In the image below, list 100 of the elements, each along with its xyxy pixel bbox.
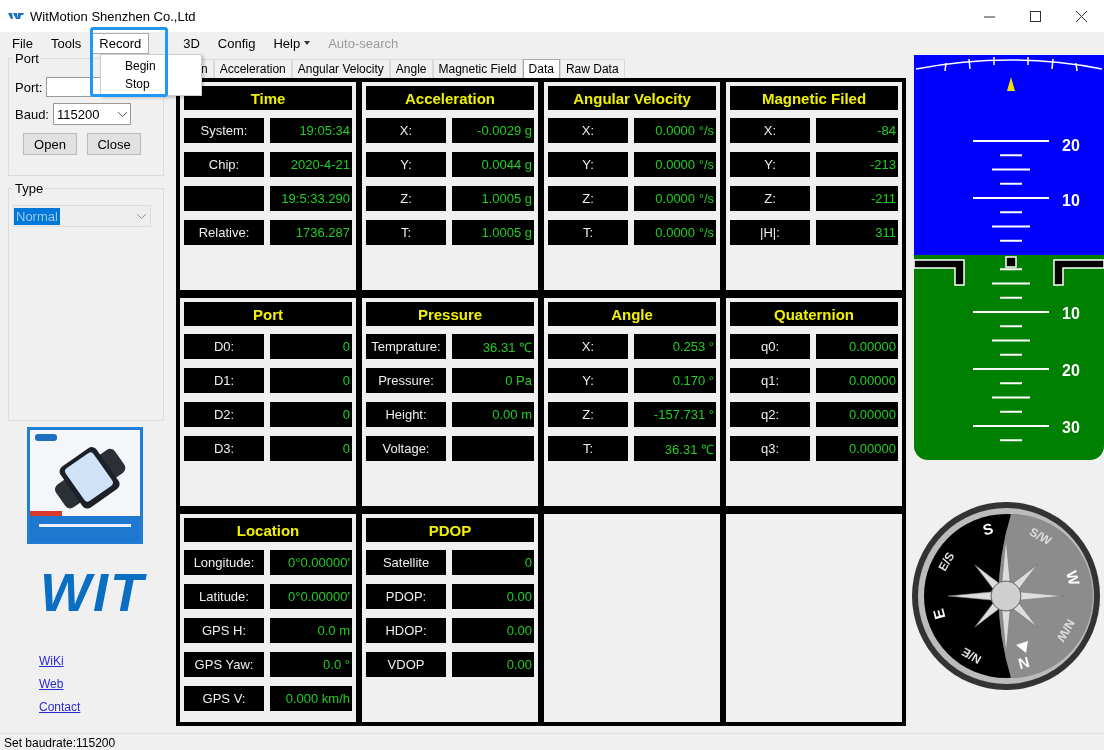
field-label: Baud: — [15, 106, 49, 122]
value-cell: -213 — [816, 152, 898, 177]
label-cell: Chip: — [184, 152, 264, 177]
menu-option[interactable]: Begin — [101, 57, 201, 75]
label-cell: Z: — [730, 186, 810, 211]
value-cell: 0 Pa — [452, 368, 534, 393]
label-cell: Y: — [548, 152, 628, 177]
aircraft-symbol-icon — [914, 256, 1104, 286]
value-cell: 0.0000 °/s — [634, 220, 716, 245]
value-cell: 0 — [270, 402, 352, 427]
value-cell: -0.0029 g — [452, 118, 534, 143]
menu-item[interactable]: File — [4, 32, 41, 54]
value-cell: 0.00 — [452, 618, 534, 643]
panel-title: Magnetic Filed — [730, 86, 898, 110]
status-text: Set baudrate:115200 — [0, 733, 1104, 750]
pitch-label: 20 — [1062, 137, 1080, 154]
chevron-icon — [118, 111, 127, 117]
value-cell: 0.000 km/h — [270, 686, 352, 711]
tab[interactable]: Magnetic Field — [432, 59, 523, 78]
pitch-label: 10 — [1062, 192, 1080, 209]
tab[interactable]: Angle — [389, 59, 433, 78]
app-logo-icon — [8, 12, 24, 20]
value-cell: 0°0.00000' — [270, 584, 352, 609]
value-cell: 0.00 — [452, 652, 534, 677]
panel-title: Quaternion — [730, 302, 898, 326]
logo: WIT — [40, 568, 145, 616]
group-title: Port — [13, 51, 41, 66]
value-cell: 0.0 ° — [270, 652, 352, 677]
tab[interactable]: Data — [522, 59, 560, 78]
label-cell: GPS V: — [184, 686, 264, 711]
compass-label: S/W — [1027, 524, 1054, 549]
label-cell: q0: — [730, 334, 810, 359]
label-cell: Relative: — [184, 220, 264, 245]
maximize-icon — [1029, 10, 1041, 22]
label-cell: GPS H: — [184, 618, 264, 643]
label-cell: T: — [548, 220, 628, 245]
label-cell: X: — [548, 334, 628, 359]
compass-label: S — [980, 519, 996, 539]
label-cell: D2: — [184, 402, 264, 427]
chevron-icon — [137, 213, 146, 219]
label-cell: Pressure: — [366, 368, 446, 393]
compass-label: N/E — [959, 644, 984, 667]
label-cell: Y: — [366, 152, 446, 177]
value-cell: 0 — [270, 334, 352, 359]
label-cell: Voltage: — [366, 436, 446, 461]
value-cell: 19:05:34 — [270, 118, 352, 143]
value-cell: 1736.287 — [270, 220, 352, 245]
pitch-label: 30 — [1062, 419, 1080, 436]
close-icon — [1075, 10, 1087, 22]
label-cell: T: — [548, 436, 628, 461]
link[interactable]: Web — [39, 677, 64, 691]
value-cell: 0.0000 °/s — [634, 152, 716, 177]
value-cell: 0 — [270, 368, 352, 393]
label-cell: X: — [730, 118, 810, 143]
value-cell: 19:5:33.290 — [270, 186, 352, 211]
value-cell: 0.00 m — [452, 402, 534, 427]
menu-item[interactable]: Tools — [42, 32, 90, 54]
label-cell: X: — [548, 118, 628, 143]
label-cell: Z: — [548, 402, 628, 427]
panel-title: Location — [184, 518, 352, 542]
menu-item[interactable]: Record — [91, 32, 150, 54]
label-cell: Latitude: — [184, 584, 264, 609]
label-cell: Longitude: — [184, 550, 264, 575]
label-cell: HDOP: — [366, 618, 446, 643]
window-title: WitMotion Shenzhen Co.,Ltd — [30, 8, 196, 24]
value-cell: 36.31 ℃ — [634, 436, 716, 461]
label-cell: VDOP — [366, 652, 446, 677]
port-button[interactable]: Open — [23, 133, 77, 155]
label-cell: T: — [366, 220, 446, 245]
label-cell: D3: — [184, 436, 264, 461]
panel-title: Angle — [548, 302, 716, 326]
link[interactable]: Contact — [39, 700, 81, 714]
label-cell: D0: — [184, 334, 264, 359]
value-cell: 0.0000 °/s — [634, 118, 716, 143]
tab[interactable]: Acceleration — [213, 59, 292, 78]
label-cell: Y: — [730, 152, 810, 177]
value-cell: 0.170 ° — [634, 368, 716, 393]
label-cell: GPS Yaw: — [184, 652, 264, 677]
value-cell: 0.00000 — [816, 334, 898, 359]
tab[interactable]: Raw Data — [559, 59, 625, 78]
menu-item[interactable]: Help — [265, 32, 319, 54]
pitch-label: 10 — [1062, 305, 1080, 322]
label-cell: X: — [366, 118, 446, 143]
tab[interactable]: Angular Velocity — [291, 59, 390, 78]
port-button[interactable]: Close — [87, 133, 141, 155]
panel-title: Port — [184, 302, 352, 326]
menu-item[interactable]: 3D — [175, 32, 208, 54]
panel-title: Pressure — [366, 302, 534, 326]
bank-scale-icon — [915, 56, 1103, 72]
value-cell: 1.0005 g — [452, 220, 534, 245]
label-cell: D1: — [184, 368, 264, 393]
label-cell: PDOP: — [366, 584, 446, 609]
baud-dropdown[interactable]: 115200 — [53, 103, 131, 125]
value-cell: 0.0044 g — [452, 152, 534, 177]
label-cell: Z: — [366, 186, 446, 211]
value-cell: 2020-4-21 — [270, 152, 352, 177]
link[interactable]: WiKi — [39, 654, 64, 668]
label-cell: q2: — [730, 402, 810, 427]
menu-item[interactable]: Config — [209, 32, 264, 54]
value-cell: -157.731 ° — [634, 402, 716, 427]
